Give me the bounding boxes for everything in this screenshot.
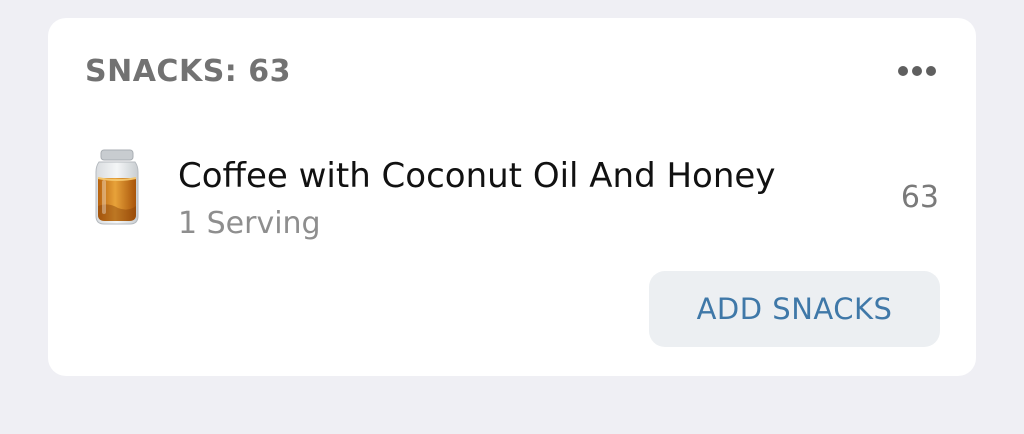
food-name: Coffee with Coconut Oil And Honey [178,156,776,196]
snacks-card: SNACKS: 63 Coffee with Coconut Oil And H… [48,18,976,376]
food-entry-row[interactable]: Coffee with Coconut Oil And Honey 1 Serv… [48,128,976,252]
food-calories: 63 [900,180,939,215]
more-horizontal-icon [912,66,922,76]
add-snacks-label: ADD SNACKS [696,292,893,326]
more-horizontal-icon [898,66,908,76]
honey-jar-icon [95,149,139,225]
card-header: SNACKS: 63 [85,48,939,96]
more-horizontal-icon [926,66,936,76]
section-title: SNACKS: 63 [85,54,291,89]
more-options-button[interactable] [892,54,942,88]
food-serving: 1 Serving [178,206,321,241]
add-snacks-button[interactable]: ADD SNACKS [649,271,940,347]
